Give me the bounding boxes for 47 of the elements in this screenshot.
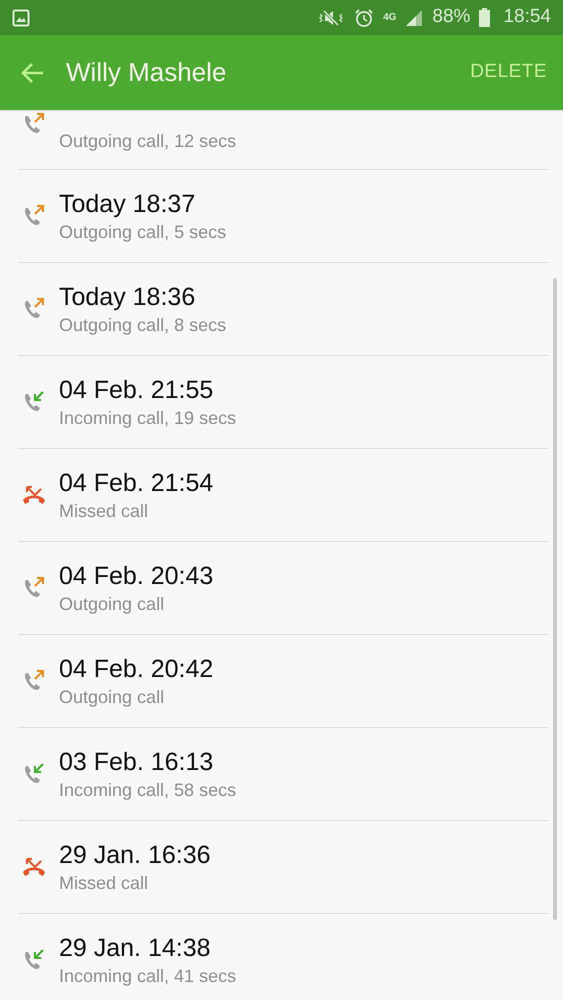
network-type-label: 4G [383,12,396,22]
call-log-item[interactable]: Today 18:36 Outgoing call, 8 secs [18,263,549,356]
call-time: 04 Feb. 21:55 [59,375,214,406]
call-detail: Missed call [59,500,150,523]
call-detail: Incoming call, 58 secs [59,779,236,802]
call-log-item[interactable]: 04 Feb. 21:54 Missed call [18,449,549,542]
call-log-item[interactable]: 04 Feb. 21:55 Incoming call, 19 secs [18,356,549,449]
gallery-icon [12,8,30,26]
missed-call-icon [22,483,46,507]
call-detail: Outgoing call, 8 secs [59,314,226,337]
call-time: 04 Feb. 20:43 [59,561,214,592]
call-detail: Incoming call, 41 secs [59,965,236,988]
outgoing-call-icon [22,576,46,600]
clock-time: 18:54 [503,5,551,30]
call-log-item[interactable]: 04 Feb. 20:43 Outgoing call [18,542,549,635]
call-time: 03 Feb. 16:13 [59,747,214,778]
contact-name: Willy Mashele [66,56,226,89]
call-time: 04 Feb. 21:54 [59,468,214,499]
outgoing-call-icon [22,204,46,228]
call-time: 04 Feb. 20:42 [59,654,214,685]
outgoing-call-icon [22,112,46,136]
call-detail: Outgoing call [59,593,166,616]
mute-icon [317,8,346,28]
battery-icon [479,8,490,27]
outgoing-call-icon [22,669,46,693]
incoming-call-icon [22,390,46,414]
outgoing-call-icon [22,297,46,321]
battery-percentage: 88% [432,5,470,30]
call-log-item[interactable]: 04 Feb. 20:42 Outgoing call [18,635,549,728]
call-detail: Outgoing call, 12 secs [59,130,236,153]
alarm-icon [354,8,374,28]
call-detail: Outgoing call [59,686,166,709]
call-detail: Missed call [59,872,150,895]
call-log-item[interactable]: 29 Jan. 16:36 Missed call [18,821,549,914]
call-log-item[interactable]: Today 18:37 Outgoing call, 5 secs [18,170,549,263]
call-detail: Incoming call, 19 secs [59,407,236,430]
signal-icon [405,8,424,26]
missed-call-icon [22,855,46,879]
call-time: 29 Jan. 14:38 [59,933,212,964]
call-log-item[interactable]: 29 Jan. 14:38 Incoming call, 41 secs [18,914,549,1000]
call-log-item[interactable]: 03 Feb. 16:13 Incoming call, 58 secs [18,728,549,821]
incoming-call-icon [22,762,46,786]
call-time: 29 Jan. 16:36 [59,840,211,871]
call-time: Today 18:36 [59,282,196,313]
incoming-call-icon [22,948,46,972]
call-time: Today 18:37 [59,189,196,220]
call-detail: Outgoing call, 5 secs [59,221,226,244]
